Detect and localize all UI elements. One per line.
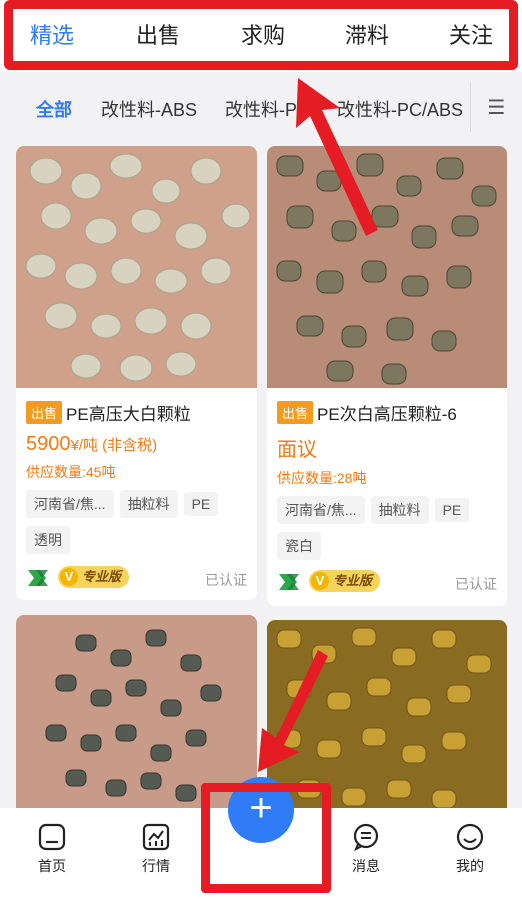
product-image [16, 615, 257, 815]
top-tab-bar: 精选 出售 求购 滞料 关注 [0, 0, 522, 72]
category-bar: 全部 改性料-ABS 改性料-P 改性料-PC/ABS ☰ [0, 78, 522, 134]
nav-market[interactable]: 行情 [126, 822, 186, 876]
nav-profile[interactable]: 我的 [440, 822, 500, 876]
message-icon [353, 823, 379, 852]
sell-badge: 出售 [26, 401, 63, 424]
nav-market-label: 行情 [142, 858, 170, 874]
tag-material: PE [434, 498, 470, 522]
product-card[interactable]: 出售 PE次白高压颗粒-6 面议 供应数量:28吨 河南省/焦... 抽粒料 PE 瓷白… [267, 146, 507, 606]
product-image [16, 146, 257, 388]
sell-badge: 出售 [277, 401, 314, 424]
tab-featured[interactable]: 精选 [30, 18, 74, 50]
tag-color: 透明 [26, 526, 70, 554]
product-card[interactable] [267, 620, 507, 815]
category-p[interactable]: 改性料-P [225, 96, 297, 122]
product-card[interactable] [16, 615, 257, 815]
nav-home-label: 首页 [38, 858, 66, 874]
tag-location: 河南省/焦... [26, 490, 114, 518]
supply-quantity: 供应数量:28吨 [277, 470, 367, 486]
category-pc-abs[interactable]: 改性料-PC/ABS [337, 96, 463, 122]
category-all[interactable]: 全部 [36, 96, 72, 122]
pro-version-badge: V 专业版 [58, 566, 130, 588]
tag-location: 河南省/焦... [277, 496, 365, 524]
nav-messages-label: 消息 [352, 858, 380, 874]
home-icon [38, 823, 66, 851]
chart-icon [142, 823, 170, 851]
nav-home[interactable]: 首页 [22, 822, 82, 876]
verified-label: 已认证 [205, 572, 247, 588]
tab-surplus[interactable]: 滞料 [345, 18, 389, 50]
product-price: 面议 [277, 439, 317, 461]
plus-icon: + [249, 786, 273, 830]
nav-messages[interactable]: 消息 [336, 822, 396, 876]
menu-icon[interactable]: ☰ [470, 82, 522, 132]
tag-color: 瓷白 [277, 532, 321, 560]
pro-version-badge: V 专业版 [309, 570, 381, 592]
product-name: PE次白高压颗粒-6 [317, 405, 457, 424]
verified-label: 已认证 [455, 576, 497, 592]
nav-profile-label: 我的 [456, 858, 484, 874]
product-card[interactable]: 出售 PE高压大白颗粒 5900¥/吨 (非含税) 供应数量:45吨 河南省/焦.… [16, 146, 257, 600]
product-name: PE高压大白颗粒 [66, 405, 191, 424]
brand-logo-icon [28, 570, 48, 586]
tab-follow[interactable]: 关注 [449, 18, 493, 50]
product-image [267, 620, 507, 815]
tag-type: 抽粒料 [119, 490, 178, 518]
brand-logo-icon [279, 574, 299, 590]
tag-material: PE [183, 492, 219, 516]
profile-icon [456, 823, 484, 851]
product-price: 5900¥/吨 (非含税) [26, 433, 158, 455]
publish-plus-button[interactable]: + [228, 777, 294, 843]
tab-sell[interactable]: 出售 [136, 18, 180, 50]
tab-buy[interactable]: 求购 [241, 18, 285, 50]
category-abs[interactable]: 改性料-ABS [101, 96, 197, 122]
tag-type: 抽粒料 [370, 496, 429, 524]
supply-quantity: 供应数量:45吨 [26, 464, 116, 480]
product-image [267, 146, 507, 388]
